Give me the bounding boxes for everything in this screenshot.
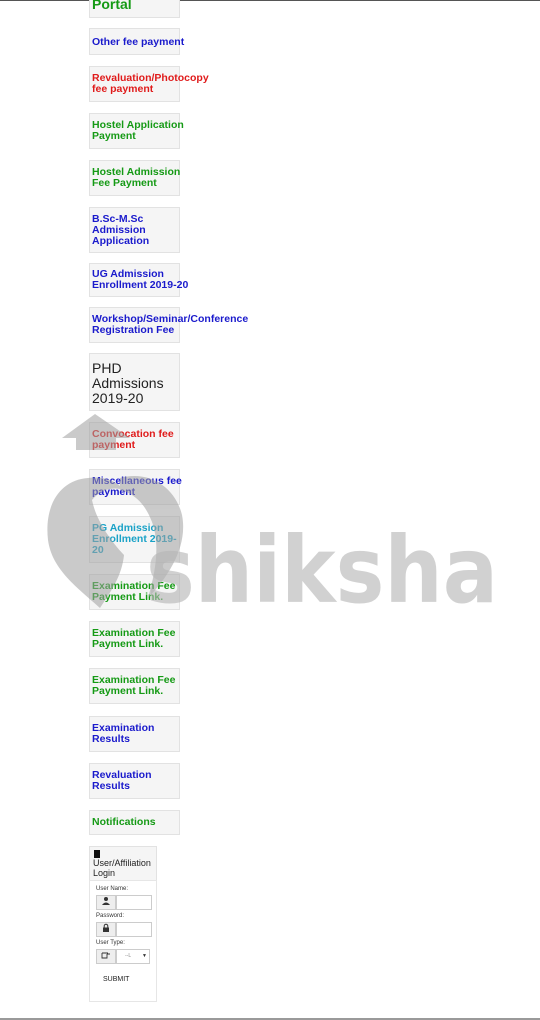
link-exam-fee-payment-2[interactable]: Examination Fee Payment Link. (92, 628, 175, 650)
link-convocation-fee[interactable]: Convocation fee payment (92, 429, 174, 451)
link-hostel-application-payment[interactable]: Hostel Application Payment (92, 120, 184, 142)
hand-pointer-icon (96, 949, 116, 964)
link-notifications[interactable]: Notifications (92, 817, 156, 828)
link-exam-fee-payment-1[interactable]: Examination Fee Payment Link. (92, 581, 175, 603)
username-label: User Name: (96, 886, 129, 892)
submit-button[interactable]: SUBMIT (103, 976, 129, 983)
link-exam-fee-payment-3[interactable]: Examination Fee Payment Link. (92, 675, 175, 697)
lock-icon (96, 922, 116, 937)
link-revaluation-photocopy-fee[interactable]: Revaluation/Photocopy fee payment (92, 73, 209, 95)
chevron-down-icon: ▼ (142, 953, 147, 959)
usertype-label: User Type: (96, 940, 125, 946)
usertype-selected-value: --L (125, 953, 132, 959)
link-bsc-msc-admission[interactable]: B.Sc-M.Sc Admission Application (92, 214, 149, 247)
link-pg-admission-enrollment[interactable]: PG Admission Enrollment 2019- 20 (92, 523, 177, 556)
link-other-fee-payment[interactable]: Other fee payment (92, 37, 184, 48)
link-portal[interactable]: Portal (92, 0, 132, 11)
link-miscellaneous-fee[interactable]: Miscellaneous fee payment (92, 476, 182, 498)
watermark-text: shiksha (146, 517, 498, 624)
username-input[interactable] (116, 895, 152, 910)
usertype-select[interactable]: --L ▼ (116, 949, 150, 964)
link-workshop-registration-fee[interactable]: Workshop/Seminar/Conference Registration… (92, 314, 248, 336)
password-input[interactable] (116, 922, 152, 937)
link-ug-admission-enrollment[interactable]: UG Admission Enrollment 2019-20 (92, 269, 188, 291)
shiksha-watermark: shiksha (47, 414, 498, 624)
user-icon (96, 895, 116, 910)
link-revaluation-results[interactable]: Revaluation Results (92, 770, 152, 792)
top-border (0, 0, 540, 1)
login-title: User/Affiliation Login (93, 858, 151, 878)
link-phd-admissions[interactable]: PHD Admissions 2019-20 (92, 361, 164, 406)
bookmark-icon (94, 850, 100, 861)
password-label: Password: (96, 913, 125, 919)
link-examination-results[interactable]: Examination Results (92, 723, 154, 745)
link-hostel-admission-fee[interactable]: Hostel Admission Fee Payment (92, 167, 180, 189)
